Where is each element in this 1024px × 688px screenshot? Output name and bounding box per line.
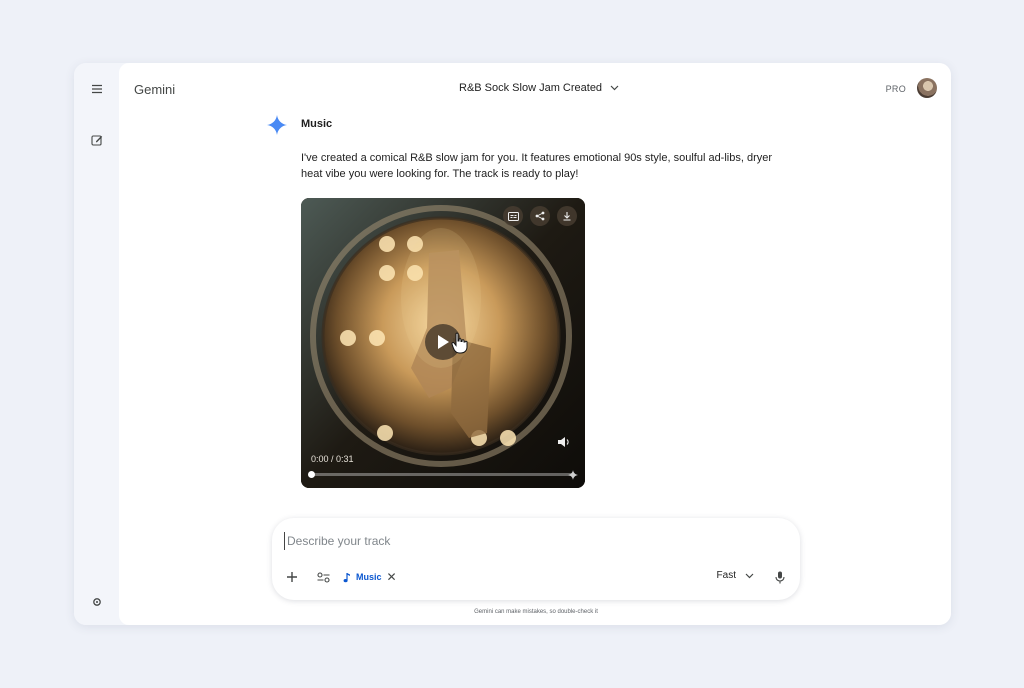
download-icon[interactable]	[557, 206, 577, 226]
play-icon	[438, 335, 449, 349]
volume-icon[interactable]	[557, 435, 573, 451]
playback-time: 0:00 / 0:31	[311, 454, 354, 464]
microphone-icon[interactable]	[770, 567, 790, 587]
share-icon[interactable]	[530, 206, 550, 226]
music-tool-chip[interactable]: Music ✕	[343, 570, 397, 584]
chat-title-dropdown[interactable]: R&B Sock Slow Jam Created	[459, 82, 619, 94]
avatar[interactable]	[917, 78, 937, 98]
message-sender: Music	[301, 118, 333, 130]
progress-bar[interactable]	[308, 471, 575, 478]
gemini-spark-icon	[267, 115, 287, 135]
settings-icon[interactable]	[86, 591, 108, 613]
captions-icon[interactable]	[503, 206, 523, 226]
menu-icon[interactable]	[86, 78, 108, 100]
prompt-composer: Music ✕ Fast	[272, 518, 800, 600]
app-title: Gemini	[134, 82, 176, 97]
disclaimer: Gemini can make mistakes, so double-chec…	[474, 609, 598, 615]
message-text: I've created a comical R&B slow jam for …	[301, 152, 773, 180]
add-icon[interactable]	[282, 567, 302, 587]
app-window: Gemini R&B Sock Slow Jam Created PRO Mus…	[74, 63, 951, 625]
audio-player[interactable]: 0:00 / 0:31	[301, 198, 585, 488]
mode-label: Fast	[716, 570, 736, 581]
music-note-icon	[343, 572, 350, 582]
cursor-icon	[451, 332, 468, 354]
mode-selector[interactable]: Fast	[717, 570, 754, 581]
plan-badge: PRO	[885, 84, 906, 94]
prompt-input[interactable]	[284, 532, 764, 550]
chevron-down-icon	[745, 573, 754, 578]
new-chat-icon[interactable]	[86, 129, 108, 151]
main-panel: Gemini R&B Sock Slow Jam Created PRO Mus…	[119, 63, 951, 625]
chat-title: R&B Sock Slow Jam Created	[459, 82, 603, 94]
sparkle-watermark-icon	[568, 470, 578, 480]
chevron-down-icon	[610, 85, 619, 91]
side-rail	[74, 63, 119, 625]
close-icon[interactable]: ✕	[387, 570, 397, 584]
music-chip-label: Music	[356, 572, 382, 582]
tools-icon[interactable]	[313, 567, 333, 587]
progress-knob[interactable]	[308, 471, 315, 478]
